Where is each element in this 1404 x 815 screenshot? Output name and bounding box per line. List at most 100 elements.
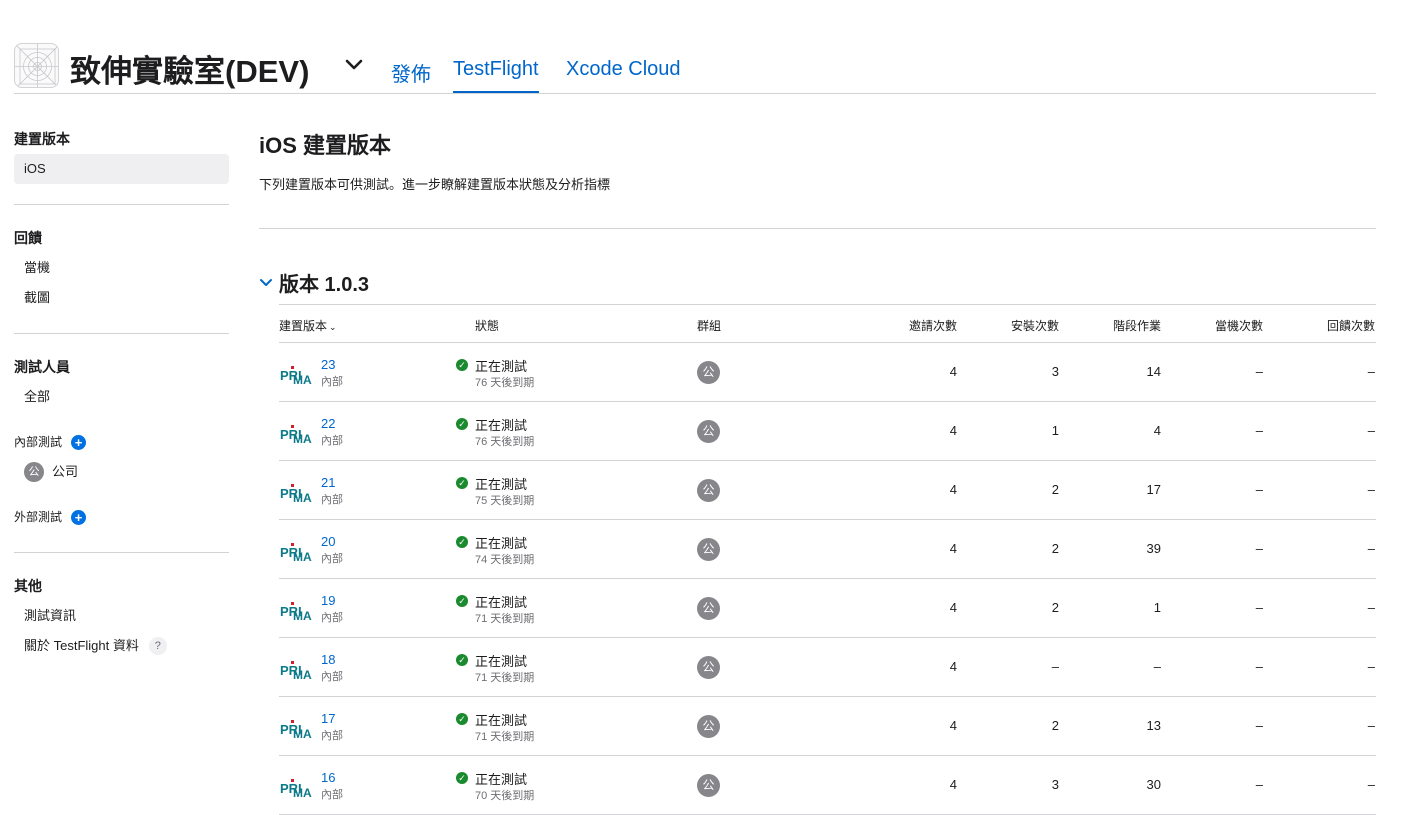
build-type: 內部: [321, 435, 343, 447]
crashes-count: –: [1255, 600, 1263, 615]
plus-circle-icon[interactable]: +: [71, 434, 87, 450]
invites-count: 4: [949, 541, 957, 556]
col-groups: 群組: [697, 319, 722, 333]
build-number[interactable]: 20: [321, 534, 335, 549]
build-number[interactable]: 19: [321, 593, 335, 608]
group-avatar[interactable]: 公: [697, 656, 720, 679]
build-number[interactable]: 21: [321, 475, 335, 490]
crashes-count: –: [1255, 482, 1263, 497]
sidebar-item-about-testflight-data[interactable]: 關於 TestFlight 資料 ?: [14, 631, 229, 661]
sidebar-heading-other: 其他: [14, 578, 42, 594]
sidebar-heading-testers: 測試人員: [14, 359, 70, 375]
col-build-label: 建置版本: [279, 319, 328, 333]
status-text: 正在測試: [475, 477, 528, 492]
expiry-text: 71 天後到期: [475, 731, 535, 743]
primax-logo-icon: PRI MAX: [279, 475, 312, 507]
tab-xcode-cloud[interactable]: Xcode Cloud: [566, 58, 681, 81]
table-row[interactable]: PRI MAX 18 內部 ✓ 正在測試 71 天後到期 公 4 – – – –: [279, 638, 1376, 697]
main-content: iOS 建置版本 下列建置版本可供測試。進一步瞭解建置版本狀態及分析指標 版本 …: [259, 128, 1376, 815]
app-title: 致伸實驗室(DEV): [70, 54, 310, 89]
installs-count: 2: [1051, 541, 1059, 556]
installs-count: 2: [1051, 600, 1059, 615]
status-text: 正在測試: [475, 418, 528, 433]
group-avatar[interactable]: 公: [697, 361, 720, 384]
status-text: 正在測試: [475, 772, 528, 787]
col-build[interactable]: 建置版本 ⌄: [279, 317, 337, 334]
installs-count: 3: [1051, 364, 1059, 379]
installs-count: 2: [1051, 482, 1059, 497]
question-mark-icon[interactable]: ?: [148, 637, 167, 655]
tab-publish[interactable]: 發佈: [391, 58, 431, 87]
table-body: PRI MAX 23 內部 ✓ 正在測試 76 天後到期 公 4 3 14 – …: [279, 343, 1376, 815]
sidebar-item-all-testers[interactable]: 全部: [14, 382, 229, 412]
build-type: 內部: [321, 730, 343, 742]
checkmark-circle-icon: ✓: [456, 359, 468, 371]
sidebar-item-test-info[interactable]: 測試資訊: [14, 601, 229, 631]
svg-text:MAX: MAX: [293, 373, 312, 387]
internal-testing-row: 內部測試 +: [14, 427, 229, 457]
chevron-down-icon[interactable]: [259, 278, 273, 288]
col-crashes: 當機次數: [1214, 319, 1263, 333]
col-feedback: 回饋次數: [1326, 319, 1375, 333]
build-type: 內部: [321, 612, 343, 624]
installs-count: 3: [1051, 777, 1059, 792]
build-type: 內部: [321, 671, 343, 683]
sidebar-item-screenshots[interactable]: 截圖: [14, 283, 229, 313]
tab-testflight[interactable]: TestFlight: [453, 58, 539, 93]
group-avatar[interactable]: 公: [697, 538, 720, 561]
crashes-count: –: [1255, 541, 1263, 556]
group-avatar[interactable]: 公: [697, 715, 720, 738]
build-number[interactable]: 22: [321, 416, 335, 431]
sidebar-heading-builds: 建置版本: [14, 131, 70, 147]
crashes-count: –: [1255, 777, 1263, 792]
expiry-text: 75 天後到期: [475, 495, 535, 507]
crashes-count: –: [1255, 423, 1263, 438]
checkmark-circle-icon: ✓: [456, 713, 468, 725]
group-avatar[interactable]: 公: [697, 420, 720, 443]
table-row[interactable]: PRI MAX 17 內部 ✓ 正在測試 71 天後到期 公 4 2 13 – …: [279, 697, 1376, 756]
build-number[interactable]: 23: [321, 357, 335, 372]
plus-circle-icon[interactable]: +: [71, 509, 87, 525]
primax-logo-icon: PRI MAX: [279, 357, 312, 389]
sort-chevron-icon: ⌄: [329, 322, 337, 332]
table-row[interactable]: PRI MAX 16 內部 ✓ 正在測試 70 天後到期 公 4 3 30 – …: [279, 756, 1376, 815]
feedback-count: –: [1367, 541, 1375, 556]
table-row[interactable]: PRI MAX 23 內部 ✓ 正在測試 76 天後到期 公 4 3 14 – …: [279, 343, 1376, 402]
table-header: 建置版本 ⌄ 狀態 群組 邀請次數 安裝次數 階段作業 當機次數 回饋次數: [279, 304, 1376, 343]
table-row[interactable]: PRI MAX 21 內部 ✓ 正在測試 75 天後到期 公 4 2 17 – …: [279, 461, 1376, 520]
build-number[interactable]: 17: [321, 711, 335, 726]
svg-text:MAX: MAX: [293, 668, 312, 682]
build-type: 內部: [321, 376, 343, 388]
group-avatar[interactable]: 公: [697, 479, 720, 502]
sidebar: 建置版本 iOS 回饋 當機 截圖 測試人員 全部 內部測試 + 公 公司 外部…: [14, 128, 229, 661]
group-avatar[interactable]: 公: [697, 597, 720, 620]
builds-table: 建置版本 ⌄ 狀態 群組 邀請次數 安裝次數 階段作業 當機次數 回饋次數 PRI…: [279, 304, 1376, 815]
expiry-text: 70 天後到期: [475, 790, 535, 802]
expiry-text: 71 天後到期: [475, 613, 535, 625]
sidebar-item-crashes[interactable]: 當機: [14, 253, 229, 283]
version-header[interactable]: 版本 1.0.3: [259, 268, 369, 297]
sidebar-item-ios[interactable]: iOS: [14, 154, 229, 184]
feedback-count: –: [1367, 777, 1375, 792]
group-avatar[interactable]: 公: [697, 774, 720, 797]
sessions-count: –: [1153, 659, 1161, 674]
app-placeholder-icon[interactable]: [14, 43, 59, 88]
build-number[interactable]: 16: [321, 770, 335, 785]
external-testing-row: 外部測試 +: [14, 502, 229, 532]
checkmark-circle-icon: ✓: [456, 595, 468, 607]
page-description: 下列建置版本可供測試。進一步瞭解建置版本狀態及分析指標: [259, 177, 611, 192]
status-text: 正在測試: [475, 359, 528, 374]
chevron-down-icon[interactable]: [344, 58, 364, 72]
svg-text:MAX: MAX: [293, 609, 312, 623]
col-invites: 邀請次數: [908, 319, 957, 333]
build-number[interactable]: 18: [321, 652, 335, 667]
status-text: 正在測試: [475, 595, 528, 610]
sidebar-item-group-company[interactable]: 公 公司: [14, 457, 229, 487]
divider: [14, 333, 229, 334]
expiry-text: 74 天後到期: [475, 554, 535, 566]
table-row[interactable]: PRI MAX 20 內部 ✓ 正在測試 74 天後到期 公 4 2 39 – …: [279, 520, 1376, 579]
group-avatar: 公: [24, 462, 44, 482]
table-row[interactable]: PRI MAX 19 內部 ✓ 正在測試 71 天後到期 公 4 2 1 – –: [279, 579, 1376, 638]
table-row[interactable]: PRI MAX 22 內部 ✓ 正在測試 76 天後到期 公 4 1 4 – –: [279, 402, 1376, 461]
divider: [14, 204, 229, 205]
